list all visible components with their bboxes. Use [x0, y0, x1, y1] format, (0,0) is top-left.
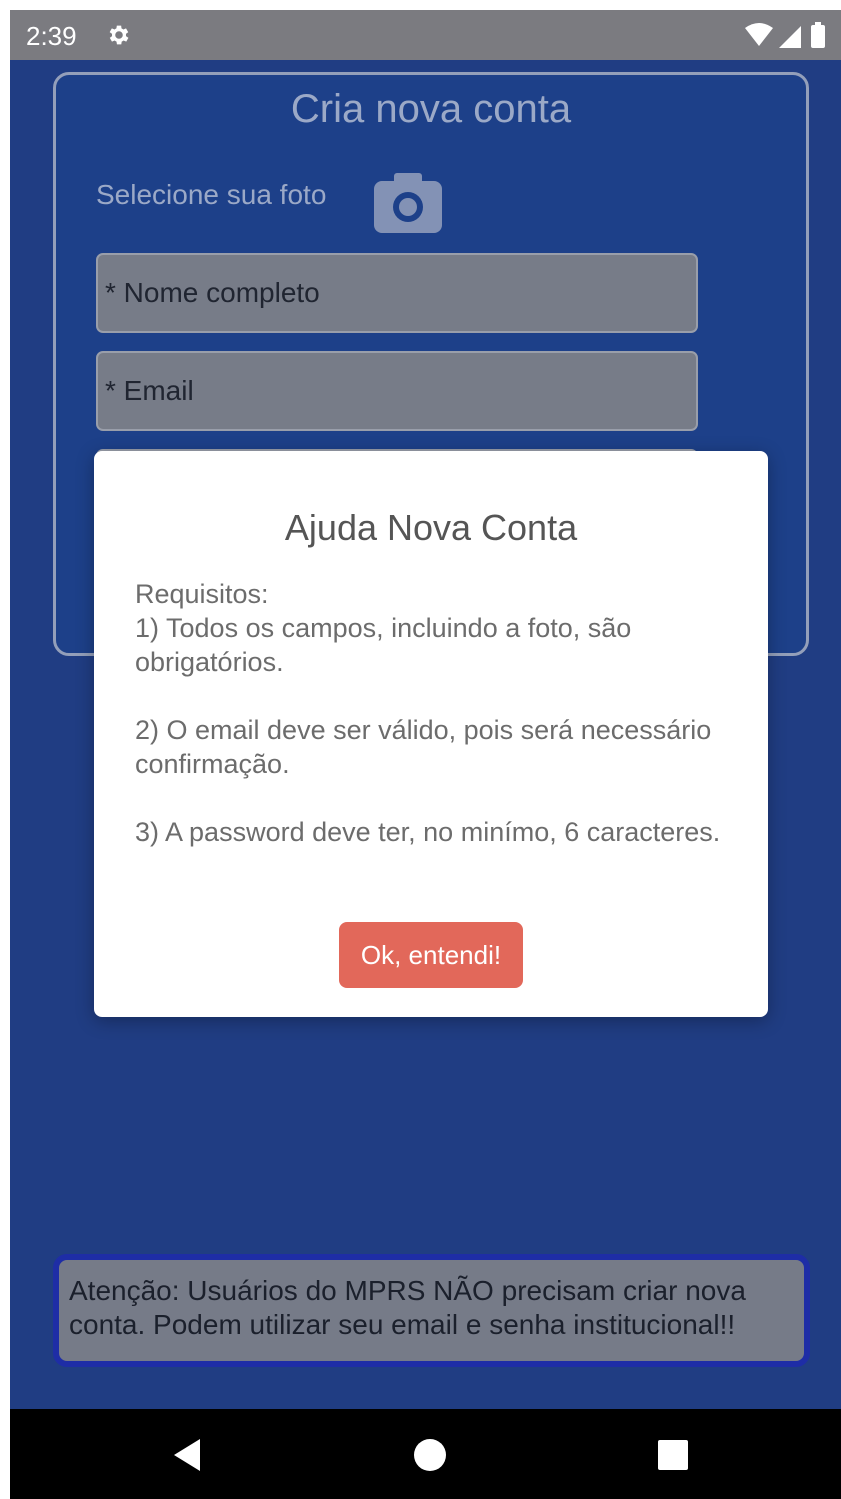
battery-icon: [811, 25, 825, 48]
status-time: 2:39: [26, 21, 77, 51]
navigation-bar: [10, 1409, 841, 1499]
back-icon[interactable]: [170, 1437, 206, 1473]
requirement-3: 3) A password deve ter, no minímo, 6 car…: [135, 817, 721, 847]
phone-screen: 2:39 Cria nova conta Selecione sua foto …: [10, 10, 841, 1499]
status-icons: [745, 22, 825, 48]
status-bar: 2:39: [10, 10, 841, 60]
signal-icon: [779, 26, 801, 48]
settings-gear-icon: [109, 25, 129, 45]
recents-icon[interactable]: [655, 1437, 691, 1473]
wifi-icon: [745, 23, 773, 46]
requirements-heading: Requisitos:: [135, 579, 269, 609]
home-icon[interactable]: [412, 1437, 448, 1473]
requirement-2: 2) O email deve ser válido, pois será ne…: [135, 715, 712, 779]
dialog-body: Requisitos: 1) Todos os campos, incluind…: [135, 577, 735, 849]
dialog-title: Ajuda Nova Conta: [284, 507, 578, 548]
requirement-1: 1) Todos os campos, incluindo a foto, sã…: [135, 613, 632, 677]
ok-button[interactable]: Ok, entendi!: [339, 922, 523, 988]
help-dialog: Ajuda Nova Conta Requisitos: 1) Todos os…: [94, 451, 768, 1017]
